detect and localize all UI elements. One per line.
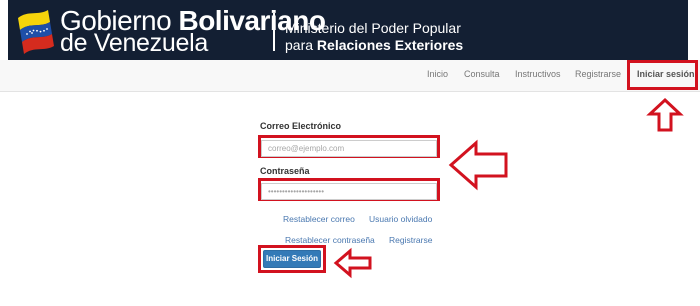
reset-password-link[interactable]: Restablecer contraseña <box>285 235 375 245</box>
forgot-user-link[interactable]: Usuario olvidado <box>369 214 432 224</box>
up-arrow-icon <box>646 97 684 132</box>
password-field[interactable] <box>261 183 437 200</box>
submit-highlight-box: Iniciar Sesión <box>258 245 326 273</box>
email-field[interactable] <box>261 140 437 157</box>
password-label: Contraseña <box>260 166 310 176</box>
reset-email-link[interactable]: Restablecer correo <box>283 214 355 224</box>
password-field-highlight <box>258 178 440 201</box>
ministry-title: Ministerio del Poder Popular <box>285 20 461 36</box>
left-arrow-small-icon <box>333 247 372 279</box>
login-button[interactable]: Iniciar Sesión <box>263 250 321 268</box>
email-label: Correo Electrónico <box>260 121 342 131</box>
ministry-subtitle: para Relaciones Exteriores <box>285 37 464 53</box>
nav-highlight-box <box>627 60 698 90</box>
left-arrow-icon <box>448 139 508 191</box>
nav-item-instructivos[interactable]: Instructivos <box>515 69 561 79</box>
nav-item-inicio[interactable]: Inicio <box>427 69 448 79</box>
register-link[interactable]: Registrarse <box>389 235 432 245</box>
email-field-highlight <box>258 135 440 158</box>
banner-divider <box>273 13 275 51</box>
nav-item-consulta[interactable]: Consulta <box>464 69 500 79</box>
venezuela-flag-icon <box>18 10 54 54</box>
nav-item-registrarse[interactable]: Registrarse <box>575 69 621 79</box>
header-banner: Gobierno Bolivariano de Venezuela Minist… <box>8 0 688 60</box>
top-navbar: Inicio Consulta Instructivos Registrarse… <box>0 60 700 92</box>
government-subtitle: de Venezuela <box>60 29 208 57</box>
